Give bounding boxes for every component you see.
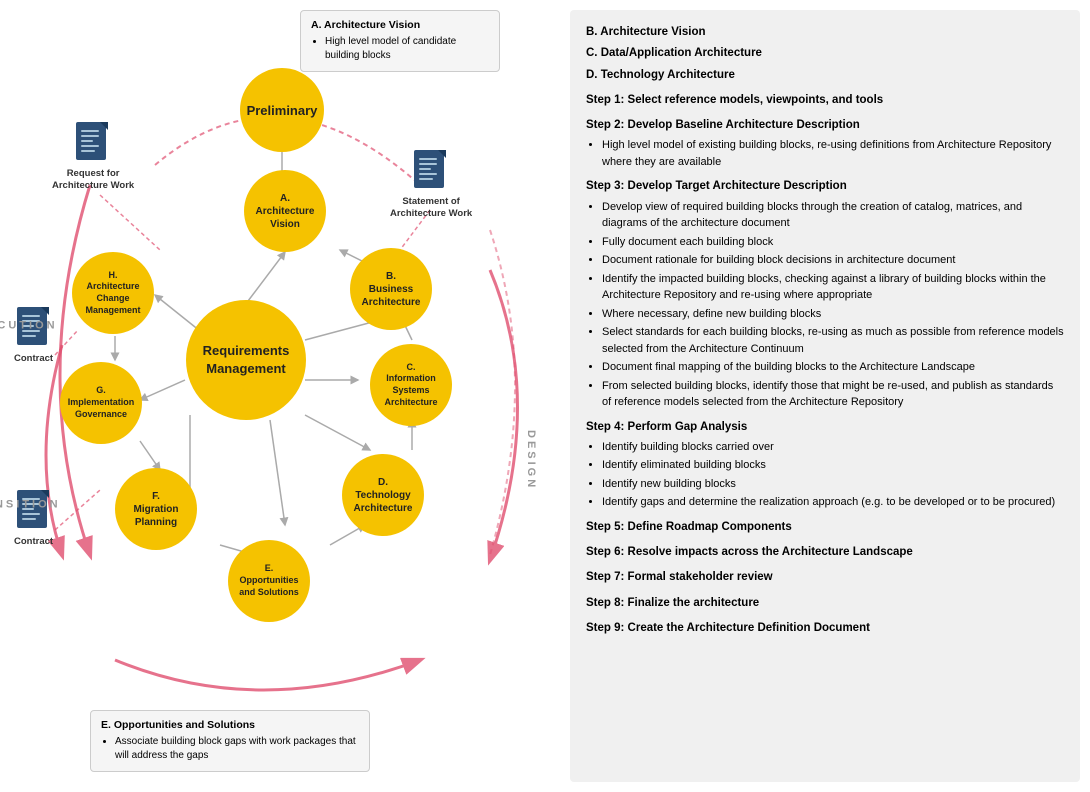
node-h-label: H.ArchitectureChangeManagement: [85, 270, 140, 317]
callout-bottom-item: Associate building block gaps with work …: [115, 735, 359, 763]
doc-req-arch-label: Request forArchitecture Work: [52, 168, 134, 193]
rp-step2-item1: High level model of existing building bl…: [602, 137, 1064, 170]
node-b: B.BusinessArchitecture: [350, 248, 432, 330]
node-g: G.ImplementationGovernance: [60, 362, 142, 444]
rp-step3-item8: From selected building blocks, identify …: [602, 378, 1064, 411]
rp-step4-item1: Identify building blocks carried over: [602, 439, 1064, 456]
rp-step3-item7: Document final mapping of the building b…: [602, 359, 1064, 376]
node-a: A.ArchitectureVision: [244, 170, 326, 252]
node-f-label: F.MigrationPlanning: [134, 490, 179, 529]
label-design: DESIGN: [525, 430, 537, 490]
rp-step3-item2: Fully document each building block: [602, 234, 1064, 251]
callout-bottom-title: E. Opportunities and Solutions: [101, 719, 359, 731]
node-d: D.TechnologyArchitecture: [342, 454, 424, 536]
node-d-label: D.TechnologyArchitecture: [354, 476, 413, 515]
rp-b-title: B. Architecture Vision: [586, 24, 1064, 41]
rp-step9: Step 9: Create the Architecture Definiti…: [586, 620, 1064, 637]
rp-step3: Step 3: Develop Target Architecture Desc…: [586, 178, 1064, 195]
node-f: F.MigrationPlanning: [115, 468, 197, 550]
node-preliminary-label: Preliminary: [247, 103, 318, 118]
rp-step1: Step 1: Select reference models, viewpoi…: [586, 92, 1064, 109]
callout-bottom-list: Associate building block gaps with work …: [115, 735, 359, 763]
node-c: C.InformationSystemsArchitecture: [370, 344, 452, 426]
node-center: RequirementsManagement: [186, 300, 306, 420]
rp-step5: Step 5: Define Roadmap Components: [586, 519, 1064, 536]
doc-contract1: Contract: [14, 305, 53, 365]
diagram-area: A. Architecture Vision High level model …: [0, 0, 570, 792]
doc-contract2-label: Contract: [14, 536, 53, 548]
callout-bottom: E. Opportunities and Solutions Associate…: [90, 710, 370, 772]
rp-step4-item4: Identify gaps and determine the realizat…: [602, 494, 1064, 511]
rp-step4-item3: Identify new building blocks: [602, 476, 1064, 493]
node-h: H.ArchitectureChangeManagement: [72, 252, 154, 334]
node-center-label: RequirementsManagement: [203, 342, 290, 378]
node-e: E.Opportunitiesand Solutions: [228, 540, 310, 622]
node-g-label: G.ImplementationGovernance: [68, 385, 135, 420]
doc-req-arch: Request forArchitecture Work: [52, 120, 134, 193]
rp-step2-list: High level model of existing building bl…: [602, 137, 1064, 170]
rp-step4-item2: Identify eliminated building blocks: [602, 457, 1064, 474]
rp-c-title: C. Data/Application Architecture: [586, 45, 1064, 62]
node-c-label: C.InformationSystemsArchitecture: [384, 362, 437, 409]
doc-contract2: Contract: [14, 488, 53, 548]
rp-step3-item5: Where necessary, define new building blo…: [602, 306, 1064, 323]
rp-step3-item1: Develop view of required building blocks…: [602, 199, 1064, 232]
doc-contract1-label: Contract: [14, 353, 53, 365]
rp-step3-list: Develop view of required building blocks…: [602, 199, 1064, 411]
node-b-label: B.BusinessArchitecture: [362, 270, 421, 309]
node-e-label: E.Opportunitiesand Solutions: [239, 563, 299, 598]
rp-step3-item3: Document rationale for building block de…: [602, 252, 1064, 269]
right-panel: B. Architecture Vision C. Data/Applicati…: [570, 10, 1080, 782]
main-container: A. Architecture Vision High level model …: [0, 0, 1090, 792]
rp-d-title: D. Technology Architecture: [586, 67, 1064, 84]
rp-step3-item6: Select standards for each building block…: [602, 324, 1064, 357]
doc-statement-label: Statement ofArchitecture Work: [390, 196, 472, 221]
rp-step3-item4: Identify the impacted building blocks, c…: [602, 271, 1064, 304]
label-transition: TRANSITION: [0, 499, 61, 511]
rp-step4: Step 4: Perform Gap Analysis: [586, 419, 1064, 436]
rp-step7: Step 7: Formal stakeholder review: [586, 569, 1064, 586]
rp-step6: Step 6: Resolve impacts across the Archi…: [586, 544, 1064, 561]
rp-step8: Step 8: Finalize the architecture: [586, 595, 1064, 612]
node-preliminary: Preliminary: [240, 68, 324, 152]
rp-step2: Step 2: Develop Baseline Architecture De…: [586, 117, 1064, 134]
label-execution: EXECUTION: [0, 320, 58, 332]
rp-step4-list: Identify building blocks carried over Id…: [602, 439, 1064, 511]
node-a-label: A.ArchitectureVision: [256, 192, 315, 231]
doc-statement: Statement ofArchitecture Work: [390, 148, 472, 221]
